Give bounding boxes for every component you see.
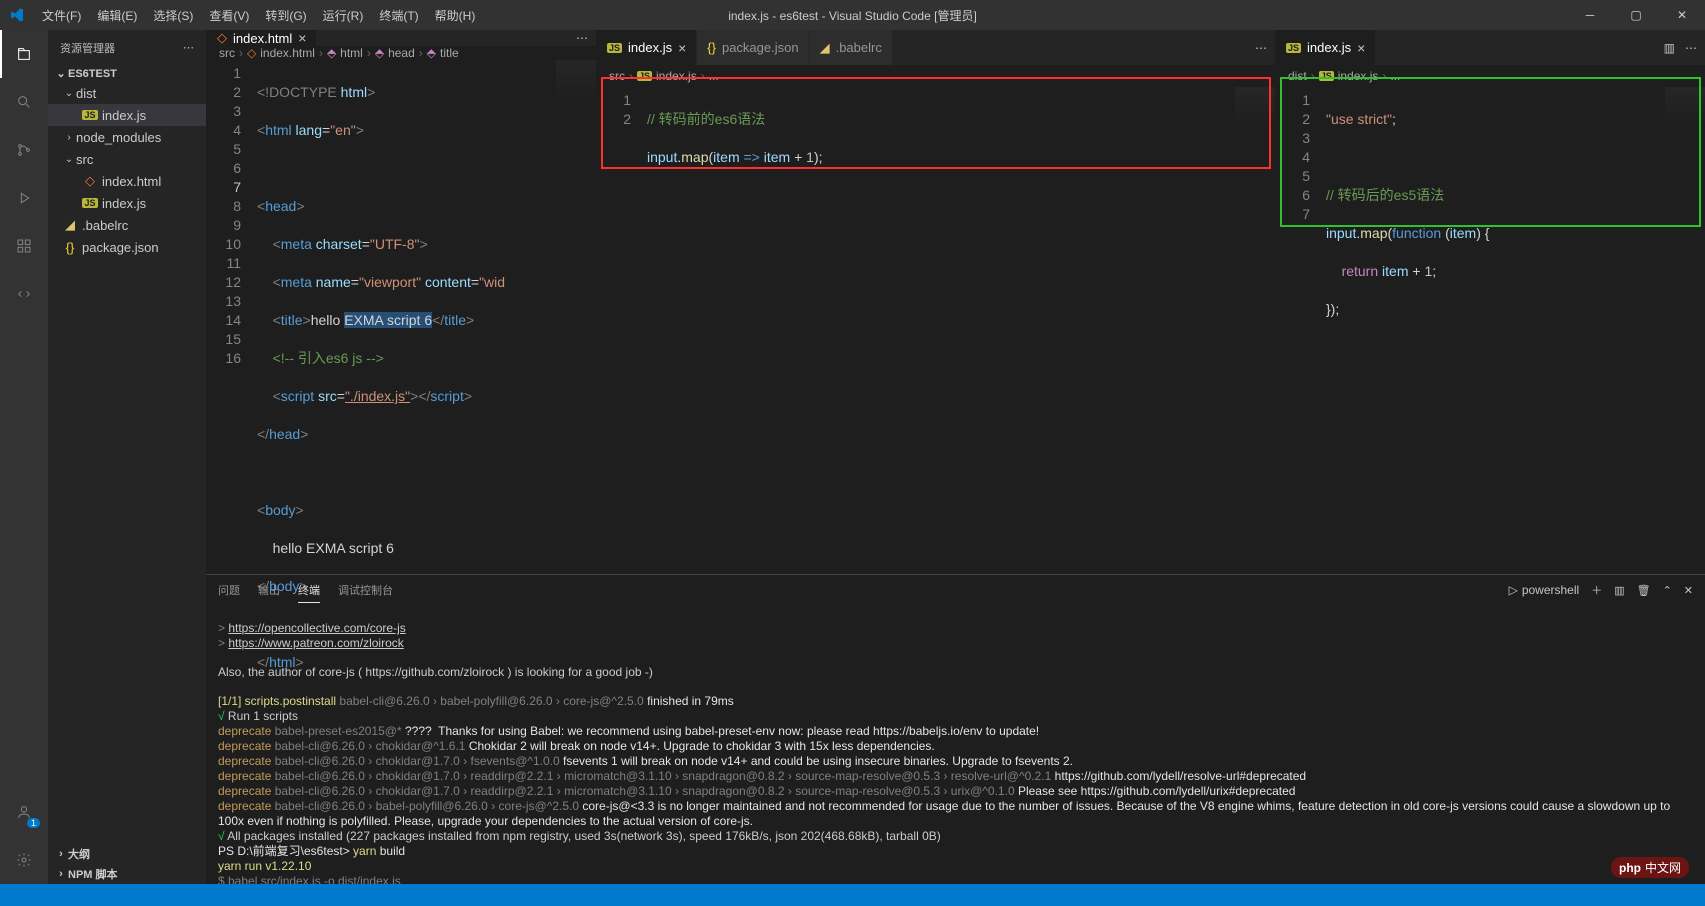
tab-packagejson[interactable]: {} package.json <box>697 30 809 65</box>
maximize-button[interactable]: ▢ <box>1613 0 1659 30</box>
menu-file[interactable]: 文件(F) <box>34 0 89 30</box>
tab-src-indexjs[interactable]: JS index.js × <box>597 30 697 65</box>
tree-file-src-indexjs[interactable]: JSindex.js <box>48 192 206 214</box>
menu-help[interactable]: 帮助(H) <box>427 0 484 30</box>
project-name: ES6TEST <box>68 68 117 80</box>
html-file-icon: ◇ <box>217 30 227 46</box>
watermark: phpphp 中文网中文网 <box>1611 857 1689 878</box>
sidebar-project-header[interactable]: ⌄ ES6TEST <box>48 65 206 82</box>
breadcrumbs-2[interactable]: src› JSindex.js› ... <box>597 65 1275 87</box>
tabs-group-3: JS index.js × ▥ ⋯ <box>1276 30 1705 65</box>
editor-more-icon[interactable]: ⋯ <box>1255 41 1267 55</box>
activity-remote[interactable] <box>0 270 48 318</box>
terminal-trash-icon[interactable]: 🗑 <box>1637 584 1651 597</box>
terminal-new-icon[interactable]: ＋ <box>1591 582 1602 598</box>
tab-indexhtml[interactable]: ◇ index.html × <box>207 30 317 46</box>
breadcrumbs-3[interactable]: dist› JSindex.js› ... <box>1276 65 1705 87</box>
sidebar-title: 资源管理器 <box>60 40 115 56</box>
close-button[interactable]: ✕ <box>1659 0 1705 30</box>
code-content: "use strict"; // 转码后的es5语法 input.map(fun… <box>1326 87 1705 574</box>
split-editor-icon[interactable]: ▥ <box>1664 41 1675 55</box>
editor-more-icon[interactable]: ⋯ <box>576 31 588 45</box>
sidebar-more-icon[interactable]: ⋯ <box>183 41 194 54</box>
tab-close-icon[interactable]: × <box>298 30 306 46</box>
terminal-shell-select[interactable]: ▷ powershell <box>1509 583 1580 597</box>
code-editor-2[interactable]: 12 // 转码前的es6语法 input.map(item => item +… <box>597 87 1275 574</box>
code-editor-1[interactable]: 12345678910111213141516 <!DOCTYPE html> … <box>207 60 596 710</box>
breadcrumbs-1[interactable]: src› ◇index.html› ⬘html› ⬘head› ⬘title <box>207 46 596 60</box>
tab-label: package.json <box>722 40 799 55</box>
panel-maximize-icon[interactable]: ⌃ <box>1663 584 1672 597</box>
sidebar-outline-header[interactable]: ›大纲 <box>48 844 206 864</box>
menu-go[interactable]: 转到(G) <box>257 0 314 30</box>
line-gutter: 1234567 <box>1276 87 1326 574</box>
tab-label: index.js <box>1307 40 1351 55</box>
tree-file-dist-indexjs[interactable]: JSindex.js <box>48 104 206 126</box>
account-badge: 1 <box>27 818 40 828</box>
line-gutter: 12 <box>597 87 647 574</box>
minimap[interactable] <box>556 60 596 100</box>
tree-folder-nodemodules[interactable]: ›node_modules <box>48 126 206 148</box>
menu-view[interactable]: 查看(V) <box>201 0 257 30</box>
menu-edit[interactable]: 编辑(E) <box>89 0 145 30</box>
tabs-group-1: ◇ index.html × ⋯ <box>207 30 596 46</box>
menu-selection[interactable]: 选择(S) <box>145 0 201 30</box>
line-gutter: 12345678910111213141516 <box>207 60 257 710</box>
activity-settings[interactable] <box>0 836 48 884</box>
window-title: index.js - es6test - Visual Studio Code … <box>728 7 977 24</box>
activity-explorer[interactable] <box>0 30 48 78</box>
tab-label: index.html <box>233 31 292 46</box>
vscode-logo-icon <box>0 7 34 23</box>
tab-babelrc[interactable]: ◢ .babelrc <box>810 30 893 65</box>
activity-debug[interactable] <box>0 174 48 222</box>
tabs-group-2: JS index.js × {} package.json ◢ .babelrc… <box>597 30 1275 65</box>
sidebar-explorer: 资源管理器 ⋯ ⌄ ES6TEST ⌄dist JSindex.js ›node… <box>48 30 206 884</box>
activity-account[interactable]: 1 <box>0 788 48 836</box>
tree-folder-src[interactable]: ⌄src <box>48 148 206 170</box>
editor-more-icon[interactable]: ⋯ <box>1685 41 1697 55</box>
code-content: <!DOCTYPE html> <html lang="en"> <head> … <box>257 60 596 710</box>
tab-dist-indexjs[interactable]: JS index.js × <box>1276 30 1376 65</box>
activity-search[interactable] <box>0 78 48 126</box>
editor-group-2: JS index.js × {} package.json ◢ .babelrc… <box>596 30 1275 574</box>
menubar: 文件(F) 编辑(E) 选择(S) 查看(V) 转到(G) 运行(R) 终端(T… <box>34 0 483 30</box>
tree-file-babelrc[interactable]: ◢.babelrc <box>48 214 206 236</box>
minimap[interactable] <box>1235 87 1275 127</box>
json-file-icon: {} <box>707 40 716 55</box>
tab-close-icon[interactable]: × <box>1357 40 1365 56</box>
tree-file-indexhtml[interactable]: ◇index.html <box>48 170 206 192</box>
activity-scm[interactable] <box>0 126 48 174</box>
menu-run[interactable]: 运行(R) <box>315 0 372 30</box>
tab-close-icon[interactable]: × <box>678 40 686 56</box>
js-file-icon: JS <box>607 43 622 53</box>
activity-extensions[interactable] <box>0 222 48 270</box>
sidebar-npm-header[interactable]: ›NPM 脚本 <box>48 864 206 884</box>
tree-file-packagejson[interactable]: {}package.json <box>48 236 206 258</box>
tree-folder-dist[interactable]: ⌄dist <box>48 82 206 104</box>
activity-bar: 1 <box>0 30 48 884</box>
window-controls: ─ ▢ ✕ <box>1567 0 1705 30</box>
babel-file-icon: ◢ <box>820 40 830 56</box>
status-bar[interactable] <box>0 884 1705 906</box>
chevron-down-icon: ⌄ <box>54 67 68 80</box>
terminal-split-icon[interactable]: ▥ <box>1614 584 1624 597</box>
minimize-button[interactable]: ─ <box>1567 0 1613 30</box>
js-file-icon: JS <box>1286 43 1301 53</box>
code-content: // 转码前的es6语法 input.map(item => item + 1)… <box>647 87 1275 574</box>
editor-group-3: JS index.js × ▥ ⋯ dist› JSindex.js› ... <box>1275 30 1705 574</box>
editor-group-1: ◇ index.html × ⋯ src› ◇index.html› ⬘html… <box>206 30 596 574</box>
tab-label: .babelrc <box>836 40 882 55</box>
minimap[interactable] <box>1665 87 1705 127</box>
editor-area: ◇ index.html × ⋯ src› ◇index.html› ⬘html… <box>206 30 1705 884</box>
file-tree: ⌄dist JSindex.js ›node_modules ⌄src ◇ind… <box>48 82 206 258</box>
code-editor-3[interactable]: 1234567 "use strict"; // 转码后的es5语法 input… <box>1276 87 1705 574</box>
menu-terminal[interactable]: 终端(T) <box>371 0 426 30</box>
tab-label: index.js <box>628 40 672 55</box>
panel-close-icon[interactable]: ✕ <box>1684 584 1693 597</box>
titlebar: 文件(F) 编辑(E) 选择(S) 查看(V) 转到(G) 运行(R) 终端(T… <box>0 0 1705 30</box>
